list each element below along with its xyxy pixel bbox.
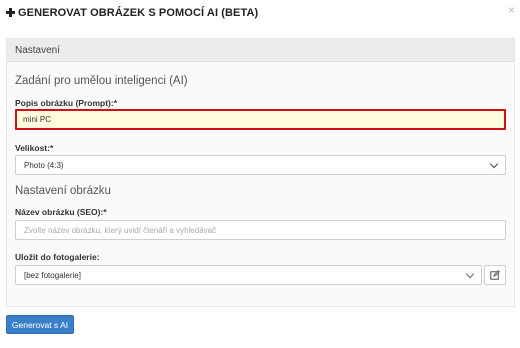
modal-title: GENEROVAT OBRÁZEK S POMOCÍ AI (BETA) [6, 7, 258, 19]
chevron-down-icon [465, 269, 475, 279]
seo-label: Název obrázku (SEO):* [15, 207, 107, 217]
prompt-input[interactable]: mini PC [15, 109, 506, 130]
prompt-value: mini PC [23, 115, 52, 124]
image-section-title: Nastavení obrázku [15, 185, 111, 197]
size-select[interactable]: Photo (4:3) [15, 155, 506, 175]
gallery-value: [bez fotogalerie] [24, 270, 81, 280]
size-value: Photo (4:3) [24, 160, 64, 170]
ai-section-title: Zadání pro umělou inteligenci (AI) [15, 75, 188, 87]
size-label: Velikost:* [15, 143, 54, 153]
plus-icon [6, 8, 15, 17]
gallery-label: Uložit do fotogalerie: [15, 252, 100, 262]
close-button[interactable]: × [508, 3, 515, 17]
chevron-down-icon [489, 159, 499, 169]
settings-panel: Nastavení Zadání pro umělou inteligenci … [6, 38, 515, 307]
gallery-select[interactable]: [bez fotogalerie] [15, 265, 482, 285]
panel-heading: Nastavení [7, 39, 514, 62]
generate-ai-button[interactable]: Generovat s AI [6, 315, 74, 334]
modal-title-text: GENEROVAT OBRÁZEK S POMOCÍ AI (BETA) [18, 7, 259, 19]
edit-icon [490, 270, 500, 280]
seo-placeholder: Zvolte název obrázku, který uvidí čtenář… [24, 225, 217, 235]
prompt-label: Popis obrázku (Prompt):* [15, 98, 118, 108]
seo-input[interactable]: Zvolte název obrázku, který uvidí čtenář… [15, 220, 506, 240]
modal-header: GENEROVAT OBRÁZEK S POMOCÍ AI (BETA) × [0, 0, 520, 30]
edit-gallery-button[interactable] [484, 265, 506, 285]
